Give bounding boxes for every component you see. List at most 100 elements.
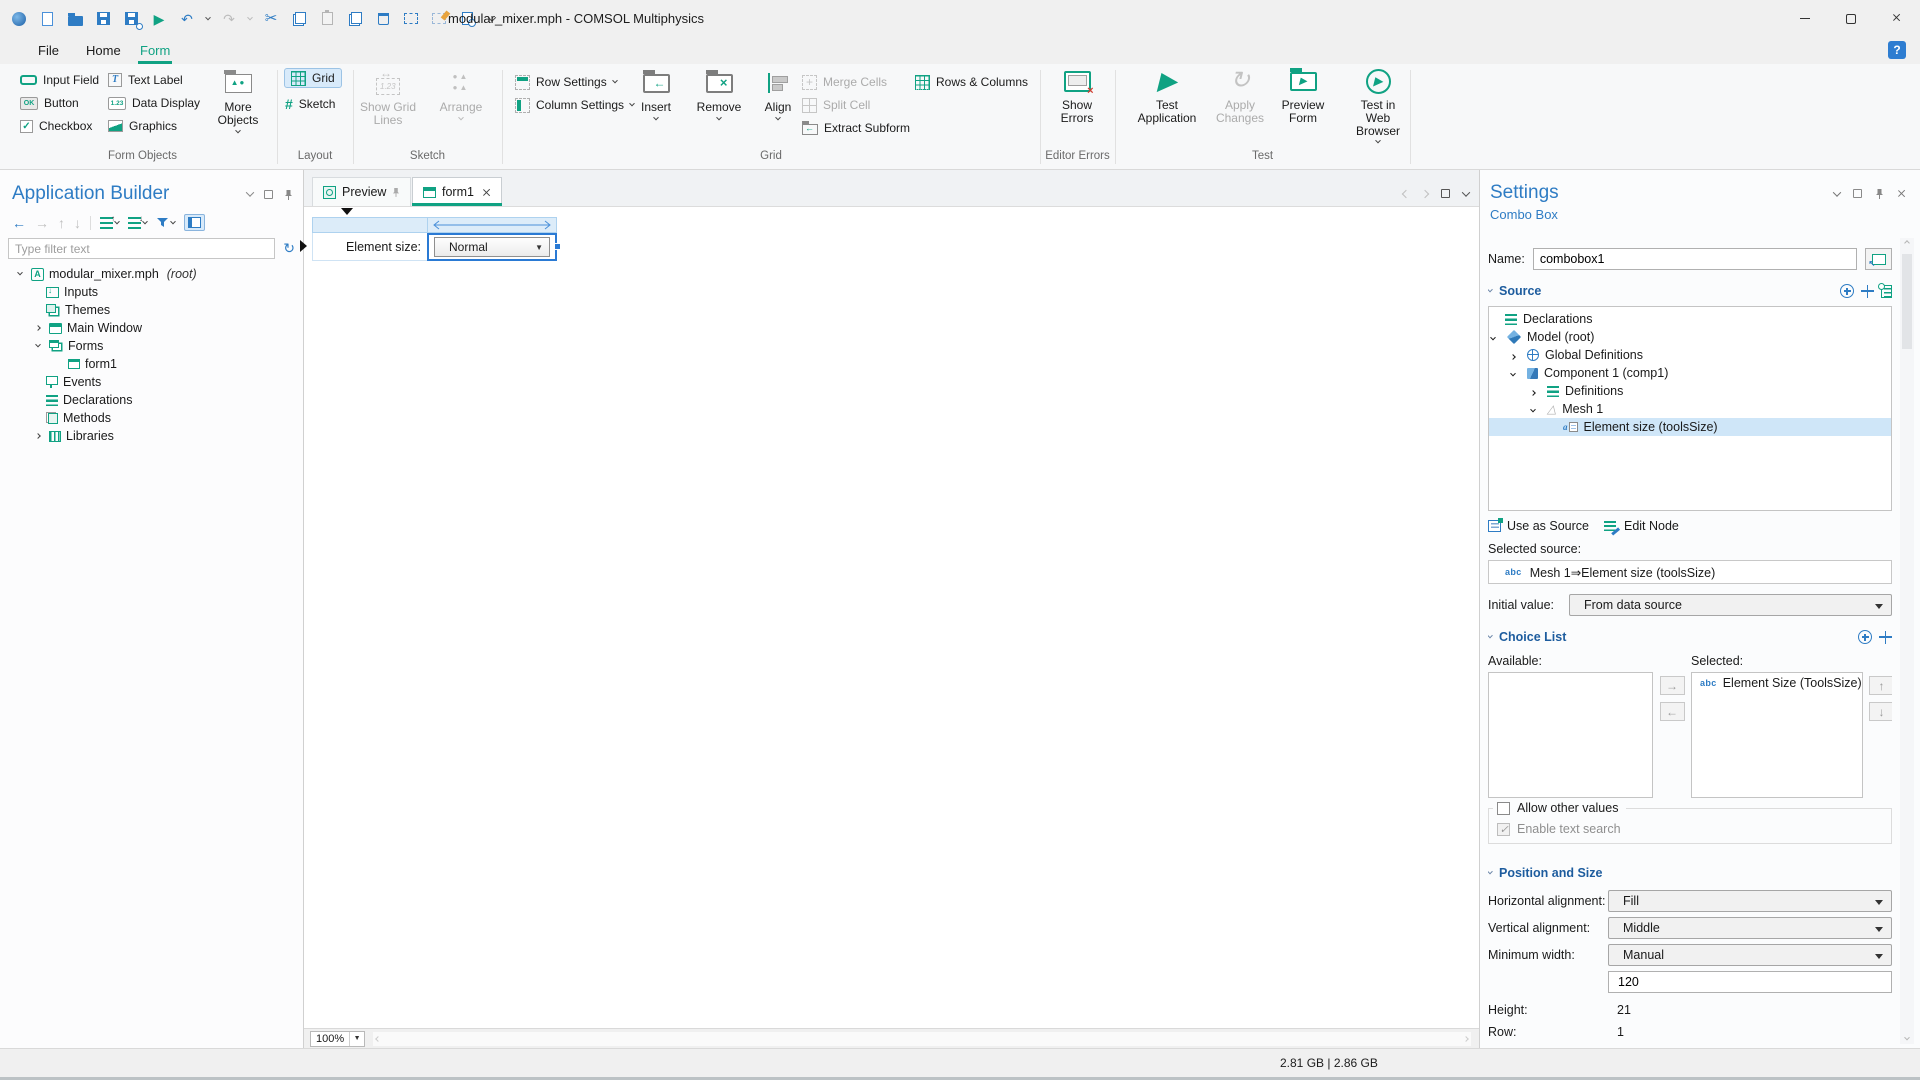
graphics-button[interactable]: Graphics bbox=[108, 116, 177, 136]
panel-collapse-icon[interactable] bbox=[246, 188, 254, 196]
insert-button[interactable]: Insert bbox=[630, 68, 682, 121]
menu-file[interactable]: File bbox=[38, 37, 59, 64]
settings-pin-icon[interactable] bbox=[1875, 188, 1884, 199]
available-listbox[interactable] bbox=[1488, 672, 1653, 798]
menu-home[interactable]: Home bbox=[86, 37, 121, 64]
zoom-dropdown-icon[interactable]: ▼ bbox=[349, 1032, 364, 1046]
minimum-width-dropdown[interactable]: Manual bbox=[1608, 944, 1892, 966]
clear-selection-icon[interactable] bbox=[430, 10, 448, 28]
tree-item-inputs[interactable]: Inputs bbox=[0, 283, 303, 301]
editor-maximize-icon[interactable] bbox=[1441, 189, 1450, 198]
section-position-and-size[interactable]: Position and Size bbox=[1488, 866, 1892, 880]
go-to-node-button[interactable] bbox=[1865, 248, 1892, 270]
tree-item-methods[interactable]: Methods bbox=[0, 409, 303, 427]
source-item-global-definitions[interactable]: Global Definitions bbox=[1489, 346, 1891, 364]
sketch-layout-button[interactable]: Sketch bbox=[285, 94, 335, 114]
collapse-all-button[interactable] bbox=[128, 217, 147, 229]
add-new-choice-list-icon[interactable] bbox=[1879, 631, 1892, 644]
preview-form-button[interactable]: Preview Form bbox=[1273, 66, 1333, 125]
toggle-model-builder-button[interactable] bbox=[184, 214, 205, 231]
grid-column2-header[interactable] bbox=[427, 217, 557, 233]
refresh-icon[interactable]: ↻ bbox=[283, 240, 295, 257]
horizontal-scrollbar[interactable] bbox=[373, 1032, 1471, 1046]
data-display-button[interactable]: Data Display bbox=[108, 93, 200, 113]
open-file-icon[interactable] bbox=[66, 10, 84, 28]
settings-scrollbar[interactable] bbox=[1900, 238, 1914, 1044]
zoom-control[interactable]: 100% ▼ bbox=[310, 1031, 365, 1047]
maximize-button[interactable] bbox=[1828, 0, 1874, 37]
switch-to-source-icon[interactable] bbox=[1861, 285, 1874, 298]
remove-button[interactable]: Remove bbox=[690, 68, 748, 121]
tab-preview[interactable]: Preview bbox=[312, 177, 411, 206]
filter-input[interactable] bbox=[8, 238, 275, 259]
show-errors-button[interactable]: Show Errors bbox=[1046, 66, 1108, 125]
section-choice-list[interactable]: Choice List bbox=[1488, 630, 1892, 644]
minimize-button[interactable] bbox=[1782, 0, 1828, 37]
selected-list-item[interactable]: abc Element Size (ToolsSize) bbox=[1692, 673, 1862, 690]
grid-column1-header[interactable] bbox=[312, 217, 427, 233]
panel-pin-icon[interactable] bbox=[284, 189, 293, 200]
horizontal-alignment-dropdown[interactable]: Fill bbox=[1608, 890, 1892, 912]
align-button[interactable]: Align bbox=[754, 68, 802, 121]
tree-item-form1[interactable]: form1 bbox=[0, 355, 303, 373]
add-source-icon[interactable] bbox=[1840, 284, 1854, 298]
tree-item-libraries[interactable]: Libraries bbox=[0, 427, 303, 445]
filter-button[interactable] bbox=[156, 217, 175, 228]
tree-item-forms[interactable]: Forms bbox=[0, 337, 303, 355]
allow-other-values-checkbox[interactable] bbox=[1497, 802, 1510, 815]
column-settings-button[interactable]: Column Settings bbox=[515, 95, 634, 115]
new-file-icon[interactable] bbox=[38, 10, 56, 28]
selected-listbox[interactable]: abc Element Size (ToolsSize) bbox=[1691, 672, 1863, 798]
undo-dropdown-icon[interactable] bbox=[205, 14, 211, 20]
checkbox-button[interactable]: Checkbox bbox=[20, 116, 92, 136]
create-new-declaration-icon[interactable] bbox=[1881, 285, 1892, 298]
settings-float-icon[interactable] bbox=[1853, 189, 1862, 198]
menu-form[interactable]: Form bbox=[140, 37, 170, 64]
cut-icon[interactable]: ✂ bbox=[262, 10, 280, 28]
run-application-icon[interactable]: ▶ bbox=[150, 10, 168, 28]
tab-form1[interactable]: form1 bbox=[412, 177, 502, 206]
element-size-combobox[interactable]: Normal ▼ bbox=[434, 237, 550, 257]
resize-handle[interactable] bbox=[554, 243, 561, 250]
save-icon[interactable] bbox=[94, 10, 112, 28]
tree-item-declarations[interactable]: Declarations bbox=[0, 391, 303, 409]
rows-columns-button[interactable]: Rows & Columns bbox=[915, 72, 1028, 92]
scroll-up-icon[interactable] bbox=[1904, 240, 1910, 246]
add-choice-list-icon[interactable] bbox=[1858, 630, 1872, 644]
source-tree[interactable]: Declarations Model (root) Global Definit… bbox=[1488, 306, 1892, 511]
duplicate-icon[interactable] bbox=[346, 10, 364, 28]
more-objects-button[interactable]: More Objects bbox=[204, 68, 272, 134]
scroll-left-icon[interactable] bbox=[375, 1036, 381, 1042]
settings-close-icon[interactable] bbox=[1897, 189, 1906, 198]
close-tab-icon[interactable] bbox=[482, 188, 491, 197]
form-canvas[interactable]: Element size: Normal ▼ bbox=[304, 207, 1479, 1028]
tree-item-events[interactable]: Events bbox=[0, 373, 303, 391]
section-source[interactable]: Source bbox=[1488, 284, 1892, 298]
editor-menu-icon[interactable] bbox=[1462, 188, 1470, 196]
scrollbar-thumb[interactable] bbox=[1902, 254, 1912, 349]
tree-item-root[interactable]: modular_mixer.mph(root) bbox=[0, 265, 303, 283]
source-item-model-root[interactable]: Model (root) bbox=[1489, 328, 1891, 346]
panel-float-icon[interactable] bbox=[264, 190, 273, 199]
delete-icon[interactable] bbox=[374, 10, 392, 28]
source-item-element-size[interactable]: a Element size (toolsSize) bbox=[1489, 418, 1891, 436]
source-item-definitions[interactable]: Definitions bbox=[1489, 382, 1891, 400]
element-size-text-label[interactable]: Element size: bbox=[312, 233, 427, 261]
zoom-box-icon[interactable] bbox=[402, 10, 420, 28]
preview-pin-icon[interactable] bbox=[392, 187, 400, 197]
close-button[interactable] bbox=[1874, 0, 1920, 37]
help-icon[interactable] bbox=[1888, 41, 1906, 59]
input-field-button[interactable]: Input Field bbox=[20, 70, 99, 90]
test-in-web-browser-button[interactable]: Test in Web Browser bbox=[1347, 66, 1409, 144]
use-as-source-button[interactable]: Use as Source bbox=[1488, 519, 1589, 533]
copy-icon[interactable] bbox=[290, 10, 308, 28]
extract-subform-button[interactable]: Extract Subform bbox=[802, 118, 910, 138]
source-item-mesh1[interactable]: Mesh 1 bbox=[1489, 400, 1891, 418]
initial-value-dropdown[interactable]: From data source bbox=[1569, 594, 1892, 616]
name-input[interactable] bbox=[1533, 248, 1857, 270]
test-application-button[interactable]: ▶ Test Application bbox=[1127, 66, 1207, 125]
settings-collapse-icon[interactable] bbox=[1833, 188, 1841, 196]
expand-all-button[interactable] bbox=[100, 217, 119, 229]
edit-node-button[interactable]: Edit Node bbox=[1604, 519, 1679, 533]
button-button[interactable]: Button bbox=[20, 93, 79, 113]
